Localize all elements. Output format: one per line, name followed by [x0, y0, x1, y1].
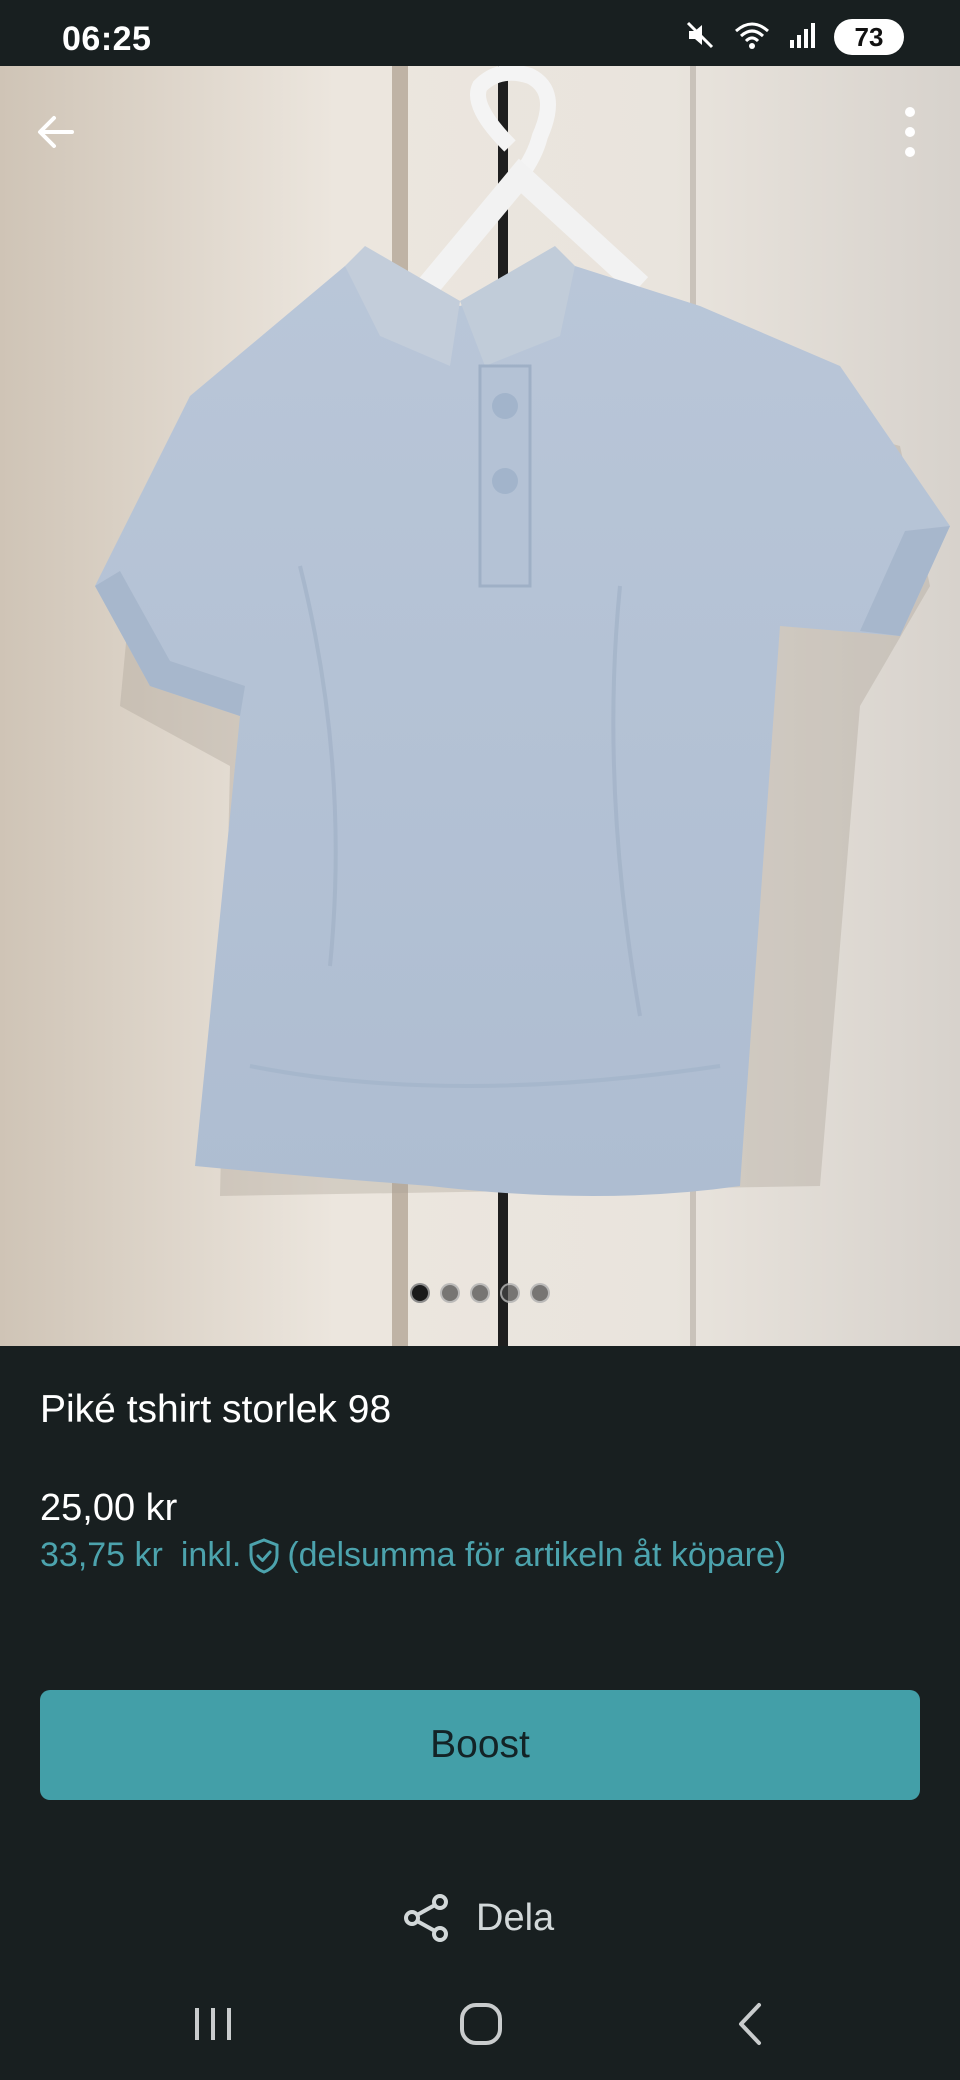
arrow-left-icon [38, 116, 74, 148]
product-image[interactable] [0, 66, 960, 1346]
status-time: 06:25 [62, 20, 152, 58]
battery-icon: 73 [834, 19, 904, 55]
home-button[interactable] [446, 1994, 516, 2054]
more-options-button[interactable] [878, 100, 942, 164]
mute-icon [684, 19, 716, 56]
listing-price: 25,00 kr [40, 1487, 178, 1529]
shield-check-icon [247, 1537, 281, 1575]
chevron-left-icon [739, 2003, 761, 2045]
buyer-price: 33,75 kr [40, 1536, 163, 1574]
status-bar: 06:25 73 [0, 0, 960, 66]
share-icon [404, 1894, 448, 1942]
back-button[interactable] [24, 100, 88, 164]
listing-title: Piké tshirt storlek 98 [40, 1388, 392, 1431]
status-icons: 73 [684, 18, 904, 56]
buyer-price-info[interactable]: 33,75 kr inkl. (delsumma för artikeln åt… [40, 1536, 786, 1575]
home-icon [460, 2003, 502, 2045]
image-pagination[interactable] [0, 1283, 960, 1303]
system-back-button[interactable] [716, 1994, 786, 2054]
buyer-price-note: (delsumma för artikeln åt köpare) [287, 1536, 787, 1574]
pagination-dot[interactable] [530, 1283, 550, 1303]
pagination-dot[interactable] [410, 1283, 430, 1303]
more-vertical-icon [905, 107, 915, 157]
share-label: Dela [476, 1896, 555, 1939]
boost-button[interactable]: Boost [40, 1690, 920, 1800]
pagination-dot[interactable] [470, 1283, 490, 1303]
pagination-dot[interactable] [440, 1283, 460, 1303]
battery-level: 73 [854, 21, 884, 52]
system-nav-bar [0, 1970, 960, 2080]
pagination-dot[interactable] [500, 1283, 520, 1303]
share-button[interactable]: Dela [400, 1888, 554, 1948]
recent-apps-button[interactable] [178, 1994, 248, 2054]
buyer-price-incl: inkl. [180, 1536, 242, 1574]
recent-apps-icon [195, 2008, 231, 2040]
wifi-icon [732, 19, 772, 56]
signal-icon [788, 20, 818, 55]
